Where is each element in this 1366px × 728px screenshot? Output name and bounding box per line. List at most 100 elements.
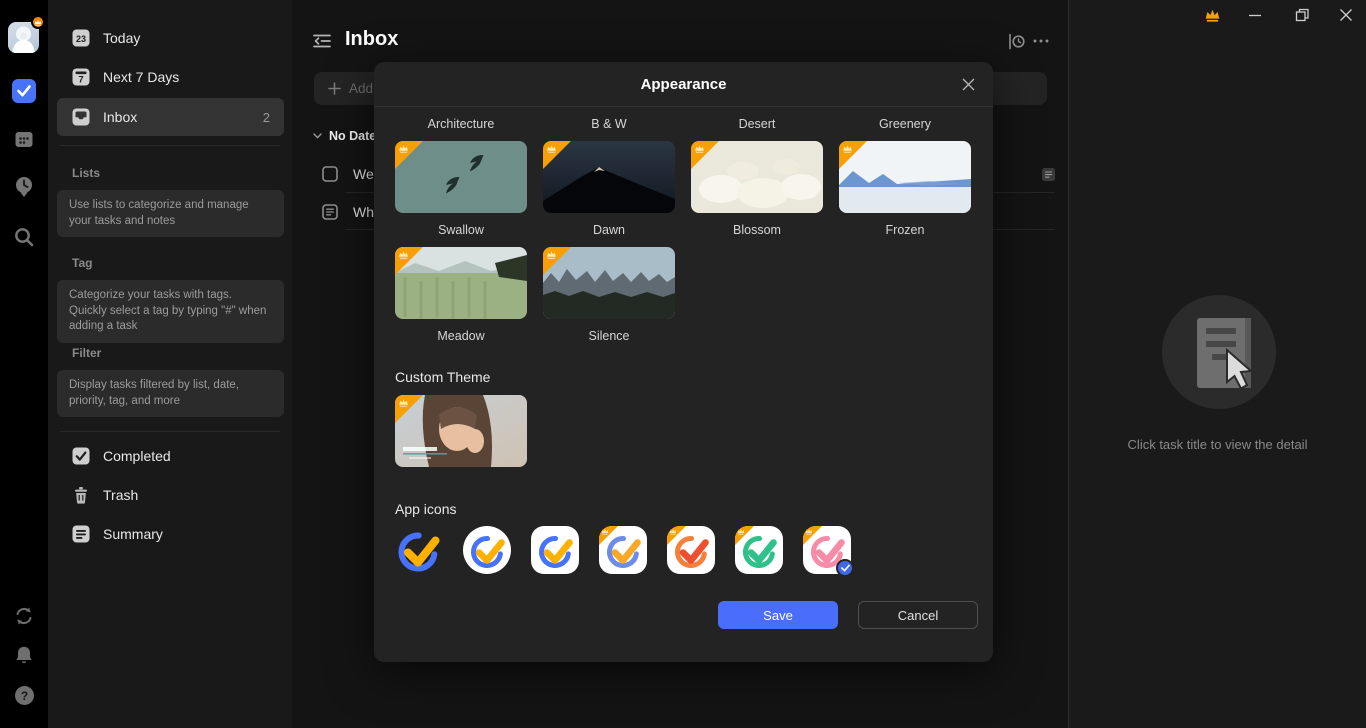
app-icon-periwinkle[interactable] xyxy=(599,526,647,574)
today-calendar-icon: 23 xyxy=(72,29,90,47)
theme-label[interactable]: Greenery xyxy=(839,117,971,131)
tag-hint-box: Categorize your tasks with tags. Quickly… xyxy=(57,280,284,343)
close-window-button[interactable] xyxy=(1331,0,1361,30)
svg-text:7: 7 xyxy=(78,75,83,86)
sidebar-item-label: Trash xyxy=(103,487,284,503)
theme-frozen[interactable]: Frozen xyxy=(839,141,971,237)
collapse-sidebar-icon[interactable] xyxy=(313,33,331,49)
lists-hint-box: Use lists to categorize and manage your … xyxy=(57,190,284,237)
sidebar-item-today[interactable]: 23 Today xyxy=(57,19,284,57)
minimize-button[interactable] xyxy=(1240,0,1270,30)
app-icon-green[interactable] xyxy=(735,526,783,574)
theme-thumbnail[interactable] xyxy=(691,141,823,213)
note-item-icon[interactable] xyxy=(322,204,338,220)
theme-label[interactable]: Desert xyxy=(691,117,823,131)
theme-swallow[interactable]: Swallow xyxy=(395,141,527,237)
crown-icon xyxy=(669,528,677,535)
sidebar-item-label: Completed xyxy=(103,448,284,464)
nav-rail: ? xyxy=(0,0,48,728)
sidebar-item-label: Inbox xyxy=(103,109,263,125)
app-icon-row xyxy=(395,526,972,574)
theme-thumbnail[interactable] xyxy=(839,141,971,213)
calendar-nav-icon[interactable] xyxy=(12,127,36,151)
close-dialog-button[interactable] xyxy=(959,75,977,93)
focus-clock-nav-icon[interactable] xyxy=(12,175,36,199)
search-nav-icon[interactable] xyxy=(12,225,36,249)
sidebar-item-inbox[interactable]: Inbox 2 xyxy=(57,98,284,136)
sidebar-divider xyxy=(60,145,280,146)
custom-theme-thumbnail[interactable] xyxy=(395,395,527,467)
theme-meadow[interactable]: Meadow xyxy=(395,247,527,343)
crown-icon xyxy=(694,144,705,153)
sidebar: 23 Today 7 Next 7 Days Inbox 2 Lists Use… xyxy=(48,0,292,728)
theme-grid-row: Swallow Dawn xyxy=(395,141,972,237)
summary-doc-icon xyxy=(72,525,90,543)
task-checkbox[interactable] xyxy=(322,166,338,182)
app-icon-classic[interactable] xyxy=(395,526,443,574)
crown-icon xyxy=(398,144,409,153)
group-header-no-date[interactable]: No Date xyxy=(313,129,376,143)
app-icon-pink[interactable] xyxy=(803,526,851,574)
theme-grid-row: Meadow Silence xyxy=(395,247,972,343)
section-header-tag: Tag xyxy=(72,256,92,270)
custom-theme-heading: Custom Theme xyxy=(395,369,972,385)
sidebar-item-summary[interactable]: Summary xyxy=(57,515,284,553)
sidebar-item-label: Next 7 Days xyxy=(103,69,284,85)
trash-icon xyxy=(72,486,90,504)
section-header-lists: Lists xyxy=(72,166,100,180)
crown-icon xyxy=(842,144,853,153)
crown-icon xyxy=(805,528,813,535)
crown-icon xyxy=(546,144,557,153)
more-options-icon[interactable] xyxy=(1032,33,1050,49)
theme-blossom[interactable]: Blossom xyxy=(691,141,823,237)
chevron-down-icon xyxy=(313,133,322,139)
sync-icon[interactable] xyxy=(12,604,36,628)
task-detail-panel: Click task title to view the detail xyxy=(1068,0,1366,728)
dialog-actions: Save Cancel xyxy=(395,601,978,629)
sort-icon[interactable] xyxy=(1008,33,1026,49)
theme-dawn[interactable]: Dawn xyxy=(543,141,675,237)
appearance-dialog: Appearance Architecture B & W Desert Gre… xyxy=(374,62,993,662)
theme-label[interactable]: Architecture xyxy=(395,117,527,131)
theme-name: Meadow xyxy=(395,329,527,343)
tasks-nav-icon[interactable] xyxy=(12,79,36,103)
empty-state-hint: Click task title to view the detail xyxy=(1069,437,1366,452)
plus-icon xyxy=(328,82,341,95)
inbox-icon xyxy=(72,108,90,126)
notifications-bell-icon[interactable] xyxy=(12,643,36,667)
sidebar-item-next-7-days[interactable]: 7 Next 7 Days xyxy=(57,58,284,96)
sidebar-item-completed[interactable]: Completed xyxy=(57,437,284,475)
save-button[interactable]: Save xyxy=(718,601,838,629)
avatar-premium-badge xyxy=(31,15,45,29)
empty-state-illustration xyxy=(1161,294,1277,410)
sidebar-item-trash[interactable]: Trash xyxy=(57,476,284,514)
app-icons-heading: App icons xyxy=(395,501,972,517)
task-note-icon[interactable] xyxy=(1041,167,1056,182)
filter-hint-box: Display tasks filtered by list, date, pr… xyxy=(57,370,284,417)
crown-icon xyxy=(737,528,745,535)
theme-silence[interactable]: Silence xyxy=(543,247,675,343)
theme-name: Swallow xyxy=(395,223,527,237)
sidebar-item-label: Today xyxy=(103,30,284,46)
theme-thumbnail[interactable] xyxy=(395,141,527,213)
app-icon-white-circle[interactable] xyxy=(463,526,511,574)
maximize-restore-button[interactable] xyxy=(1287,0,1317,30)
theme-thumbnail[interactable] xyxy=(543,141,675,213)
theme-thumbnail[interactable] xyxy=(395,247,527,319)
app-icon-orange[interactable] xyxy=(667,526,715,574)
crown-icon xyxy=(546,250,557,259)
help-glyph: ? xyxy=(20,689,27,703)
dialog-header: Appearance xyxy=(374,62,993,107)
help-icon[interactable]: ? xyxy=(12,683,36,707)
theme-name: Silence xyxy=(543,329,675,343)
theme-label[interactable]: B & W xyxy=(543,117,675,131)
theme-name: Dawn xyxy=(543,223,675,237)
selected-check-badge xyxy=(836,559,854,577)
premium-crown-icon[interactable] xyxy=(1197,0,1227,30)
cancel-button[interactable]: Cancel xyxy=(858,601,978,629)
theme-thumbnail[interactable] xyxy=(543,247,675,319)
app-icon-white-square[interactable] xyxy=(531,526,579,574)
app-window: ? 23 Today 7 Next 7 Days xyxy=(0,0,1366,728)
sidebar-item-label: Summary xyxy=(103,526,284,542)
page-title: Inbox xyxy=(345,28,398,51)
